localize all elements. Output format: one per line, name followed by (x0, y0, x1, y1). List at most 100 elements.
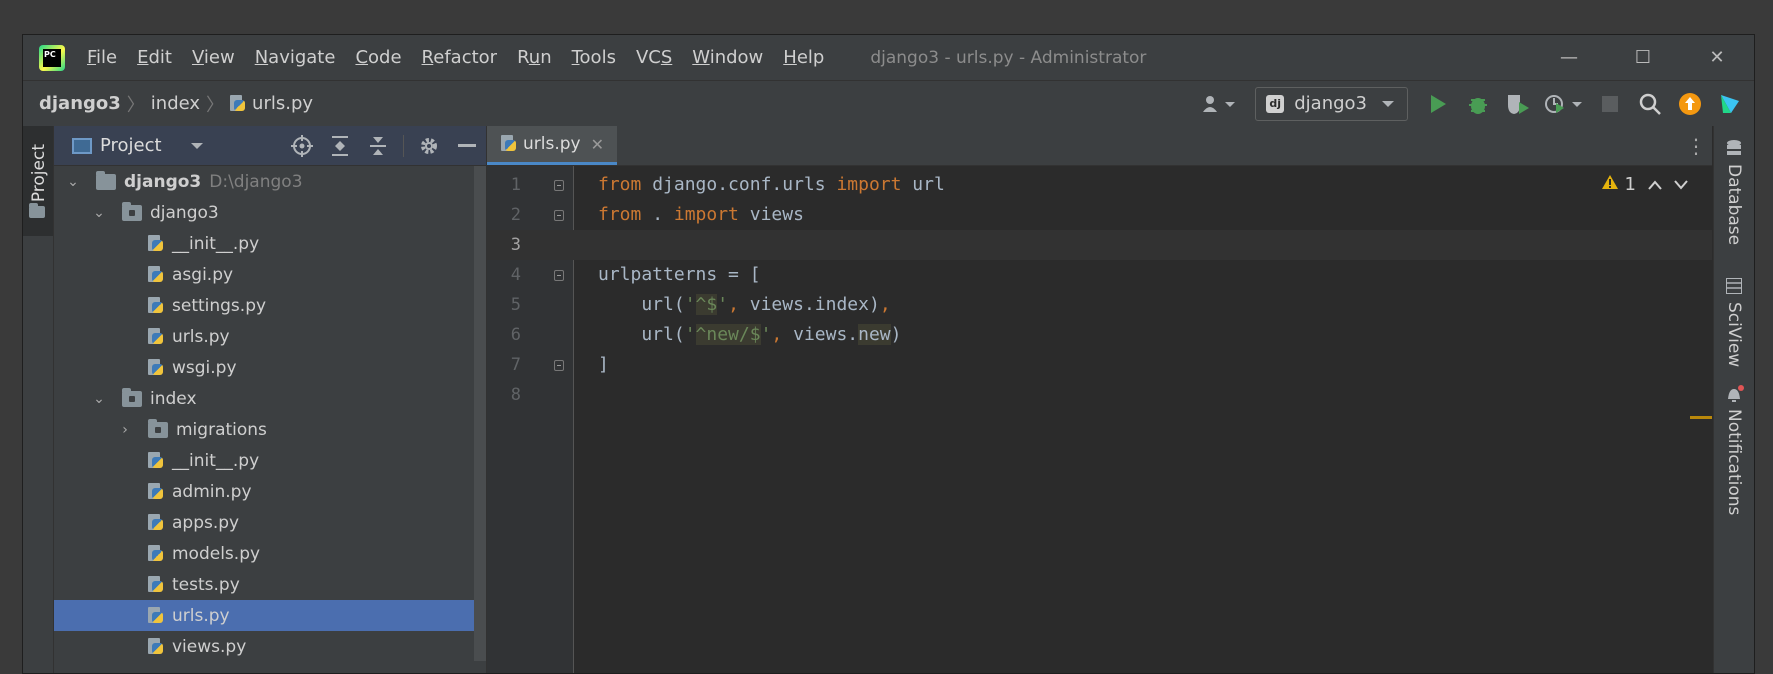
project-tree-scrollbar[interactable] (474, 166, 486, 661)
close-tab-icon[interactable]: ✕ (591, 135, 604, 154)
coverage-button[interactable] (1498, 84, 1538, 124)
chevron-down-icon[interactable] (190, 141, 204, 151)
menu-item-text: R (517, 47, 529, 68)
code-text: url('^$', views.index), (598, 290, 891, 320)
tree-item-label: apps.py (172, 512, 240, 533)
code-token: url( (598, 294, 685, 315)
collapse-all-button[interactable] (359, 126, 397, 165)
chevron-right-icon[interactable]: › (118, 422, 132, 438)
menu-item[interactable]: Help (773, 47, 834, 68)
run-configuration-selector[interactable]: dj django3 (1255, 86, 1408, 121)
fold-marker-icon[interactable] (554, 180, 564, 191)
debug-button[interactable] (1458, 84, 1498, 124)
run-button[interactable] (1418, 84, 1458, 124)
close-button[interactable]: ✕ (1680, 35, 1754, 80)
tree-row[interactable]: __init__.py (54, 445, 484, 476)
python-file-icon (148, 606, 164, 625)
chevron-down-icon[interactable]: ⌄ (66, 174, 80, 190)
code-line[interactable]: 2 from . import views (487, 200, 1712, 230)
code-line[interactable]: 3 (487, 230, 1712, 260)
tree-row[interactable]: admin.py (54, 476, 484, 507)
breadcrumb-file[interactable]: urls.py (252, 93, 313, 114)
tree-item-label: settings.py (172, 295, 267, 316)
code-token: , (771, 324, 783, 345)
code-line[interactable]: 8 (487, 380, 1712, 410)
fold-marker-icon[interactable] (554, 270, 564, 281)
tree-row[interactable]: › migrations (54, 414, 484, 445)
coverage-icon (1508, 94, 1529, 114)
breadcrumb-project[interactable]: django3 (39, 93, 121, 114)
python-file-icon (148, 265, 164, 284)
chevron-down-icon[interactable]: ⌄ (92, 205, 106, 221)
code-line[interactable]: 4 urlpatterns = [ (487, 260, 1712, 290)
search-everywhere-button[interactable] (1630, 84, 1670, 124)
error-stripe-marker[interactable] (1690, 416, 1712, 419)
crosshair-icon (291, 134, 313, 157)
code-line[interactable]: 7] (487, 350, 1712, 380)
tree-row[interactable]: settings.py (54, 290, 484, 321)
python-file-icon (148, 327, 164, 346)
tree-row[interactable]: asgi.py (54, 259, 484, 290)
hide-panel-button[interactable] (448, 126, 486, 165)
code-line[interactable]: 5 url('^$', views.index), (487, 290, 1712, 320)
tree-row[interactable]: __init__.py (54, 228, 484, 259)
menu-item-text: R (421, 47, 434, 68)
menu-item-text: F (87, 47, 97, 68)
code-line[interactable]: 6 url('^new/$', views.new) (487, 320, 1712, 350)
maximize-button[interactable]: ☐ (1606, 35, 1680, 80)
panel-options-button[interactable] (410, 126, 448, 165)
python-file-icon (148, 482, 164, 501)
stop-button[interactable] (1590, 84, 1630, 124)
vcs-user-button[interactable] (1193, 84, 1245, 124)
menu-item[interactable]: View (182, 47, 245, 68)
menu-item[interactable]: Code (345, 47, 411, 68)
updates-button[interactable] (1670, 84, 1710, 124)
code-token: urlpatterns = [ (598, 264, 761, 285)
tree-row[interactable]: urls.py (54, 321, 484, 352)
bug-icon (1469, 97, 1487, 114)
fold-marker-icon[interactable] (554, 210, 564, 221)
chevron-down-icon[interactable]: ⌄ (92, 391, 106, 407)
tree-row[interactable]: wsgi.py (54, 352, 484, 383)
tree-row[interactable]: ⌄ django3 D:\django3 (54, 166, 484, 197)
code-editor[interactable]: 1 1 from django.conf.urls import url 2 from… (487, 166, 1712, 673)
tree-row[interactable]: ⌄ django3 (54, 197, 484, 228)
editor-tab-urls[interactable]: urls.py ✕ (487, 126, 617, 165)
tree-row[interactable]: models.py (54, 538, 484, 569)
expand-all-button[interactable] (321, 126, 359, 165)
window-controls: — ☐ ✕ (1532, 35, 1754, 80)
tree-row[interactable]: views.py (54, 631, 484, 662)
tree-row[interactable]: tests.py (54, 569, 484, 600)
code-token: , (728, 294, 739, 315)
menu-item[interactable]: Navigate (245, 47, 346, 68)
python-file-icon (148, 296, 164, 315)
menu-item-text: dit (148, 47, 172, 68)
code-line[interactable]: 1 from django.conf.urls import url (487, 170, 1712, 200)
menu-item[interactable]: Window (682, 47, 773, 68)
menu-item[interactable]: VCS (626, 47, 682, 68)
search-icon (1639, 93, 1661, 115)
python-file-icon (148, 575, 164, 594)
project-tool-tab[interactable]: Project (23, 126, 53, 236)
code-token: url (901, 174, 945, 195)
tree-row[interactable]: ⌄ index (54, 383, 484, 414)
profile-button[interactable] (1538, 84, 1590, 124)
jetbrains-ai-button[interactable] (1710, 84, 1750, 124)
breadcrumb-folder[interactable]: index (151, 93, 200, 114)
select-opened-file-button[interactable] (283, 126, 321, 165)
collapse-all-icon (370, 136, 386, 155)
fold-marker-icon[interactable] (554, 360, 564, 371)
menu-item[interactable]: Refactor (412, 47, 508, 68)
breadcrumb-separator-icon: 〉 (126, 94, 145, 116)
breadcrumb: django3 〉 index 〉 urls.py (39, 91, 313, 117)
tree-row[interactable]: urls.py (54, 600, 484, 631)
more-options-icon[interactable]: ⋮ (1686, 134, 1706, 158)
code-token: import (673, 204, 739, 225)
menu-item[interactable]: Edit (127, 47, 182, 68)
menu-item[interactable]: Run (507, 47, 562, 68)
tree-row[interactable]: apps.py (54, 507, 484, 538)
minimize-button[interactable]: — (1532, 35, 1606, 80)
menu-item[interactable]: Tools (562, 47, 626, 68)
menu-item[interactable]: File (77, 47, 127, 68)
project-panel-title[interactable]: Project (100, 135, 162, 156)
